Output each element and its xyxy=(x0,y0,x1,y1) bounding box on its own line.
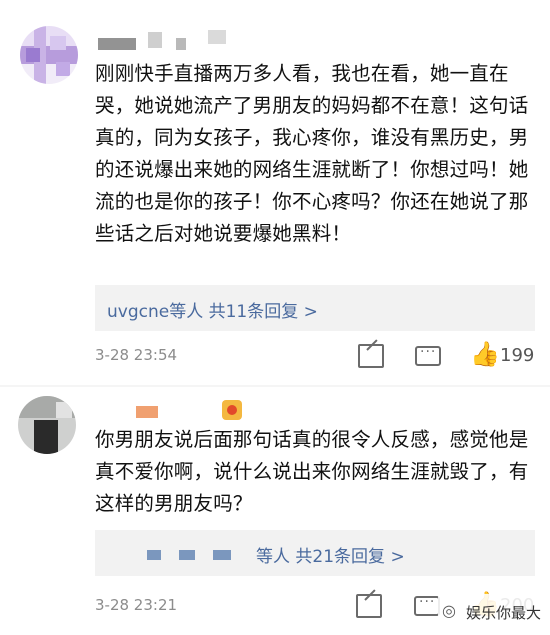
reply-user-redacted xyxy=(213,550,231,560)
comment-text: 你男朋友说后面那句话真的很令人反感，感觉他是真不爱你啊，说什么说出来你网络生涯就… xyxy=(95,428,529,515)
avatar-pixel xyxy=(50,36,66,50)
like-icon[interactable]: 👍 xyxy=(470,342,500,366)
username-redacted xyxy=(176,38,186,50)
comment-text: 刚刚快手直播两万多人看，我也在看，她一直在哭，她说她流产了男朋友的妈妈都不在意！… xyxy=(95,62,529,245)
watermark-text: 娱乐你最大 xyxy=(466,604,542,622)
share-icon[interactable] xyxy=(358,344,384,368)
share-icon[interactable] xyxy=(356,594,382,618)
avatar-pixel xyxy=(26,48,40,62)
reply-summary-box[interactable]: 等人 共21条回复 > xyxy=(95,530,535,576)
comment-timestamp: 3-28 23:21 xyxy=(95,596,178,614)
divider xyxy=(0,385,550,387)
username-redacted[interactable] xyxy=(98,38,136,50)
wechat-icon: ◎ xyxy=(442,601,456,620)
reply-user-redacted xyxy=(179,550,195,560)
avatar-pixel xyxy=(56,402,72,418)
reply-summary-link[interactable]: uvgcne等人 共11条回复 > xyxy=(107,297,318,322)
username-redacted xyxy=(148,32,162,48)
avatar[interactable] xyxy=(20,26,78,84)
reply-user-redacted xyxy=(147,550,161,560)
username-redacted[interactable] xyxy=(136,406,158,418)
like-count: 199 xyxy=(500,345,535,366)
avatar-pixel xyxy=(56,62,70,76)
vip-badge-icon xyxy=(222,400,242,420)
comment-timestamp: 3-28 23:54 xyxy=(95,346,178,364)
comment-icon[interactable] xyxy=(415,344,441,366)
comment-item: 刚刚快手直播两万多人看，我也在看，她一直在哭，她说她流产了男朋友的妈妈都不在意！… xyxy=(0,0,550,385)
reply-summary-link[interactable]: 等人 共21条回复 > xyxy=(256,542,405,567)
reply-summary-box[interactable]: uvgcne等人 共11条回复 > xyxy=(95,285,535,331)
avatar-pixel xyxy=(34,420,58,454)
username-redacted xyxy=(208,30,226,44)
comment-icon[interactable] xyxy=(414,594,440,616)
avatar[interactable] xyxy=(18,396,76,454)
